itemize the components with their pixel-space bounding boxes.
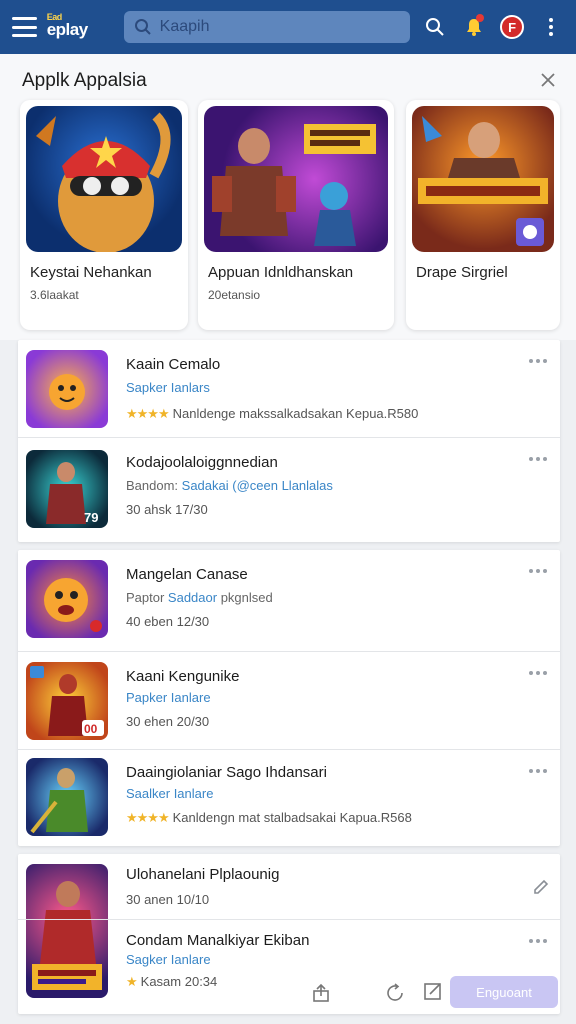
search-icon [425,18,444,36]
app-description-text: Kanldengn mat stalbadsakai Kapua.R568 [172,810,412,825]
app-publisher[interactable]: Sapker Ianlars [126,380,210,395]
more-horizontal-icon[interactable] [528,356,548,366]
app-description: ★★★★ Kanldengn mat stalbadsakai Kapua.R56… [126,810,412,826]
thumbnail-badge: 00 [84,722,98,736]
list-item[interactable]: Mangelan Canase Paptor Saddaor pkgnlsed … [18,550,560,652]
more-horizontal-icon[interactable] [528,566,548,576]
app-thumbnail [26,758,108,836]
refresh-icon [387,983,403,1001]
export-icon [424,983,441,1000]
rating-stars: ★ [126,974,138,989]
list-item[interactable]: 00 Kaani Kengunike Papker Ianlare 30 ehe… [18,652,560,750]
share-icon [313,983,329,1002]
edit-icon[interactable] [532,878,550,896]
app-thumbnail: 00 [26,662,108,740]
search-input[interactable] [159,18,400,36]
app-description-text: Kasam 20:34 [140,974,218,989]
app-list-group: Kaain Cemalo Sapker Ianlars ★★★★ Nanldeng… [18,340,560,542]
primary-action-label: Enguoant [476,984,532,1000]
featured-card-meta: 3.6laakat [30,288,79,302]
app-description: 30 ahsk 17/30 [126,502,208,517]
app-title: Kaani Kengunike [126,668,240,685]
overflow-menu-button[interactable] [537,13,564,41]
featured-title: Applk Appalsia [22,70,147,91]
featured-card-title: Appuan Idnldhanskan [208,264,354,281]
app-title: Condam Manalkiyar Ekiban [126,932,310,949]
menu-icon[interactable] [12,17,37,37]
app-description: ★ Kasam 20:34 [126,974,217,990]
more-horizontal-icon[interactable] [528,936,548,946]
app-title: Kodajoolaloiggnnedian [126,454,278,471]
search-button[interactable] [422,13,449,41]
profile-button[interactable]: F [499,13,526,41]
featured-card-meta: 20etansio [208,288,261,302]
notifications-button[interactable] [460,13,487,41]
svg-text:79: 79 [84,510,98,525]
app-title: Mangelan Canase [126,566,248,583]
featured-card[interactable]: Drape Sirgriel [406,100,560,330]
featured-card-image [26,106,182,252]
app-subtitle: Saalker Ianlare [126,786,213,801]
featured-card-image [412,106,554,252]
app-title: Kaain Cemalo [126,356,221,373]
app-thumbnail [26,560,108,638]
app-description: 30 anen 10/10 [126,892,210,907]
list-item[interactable]: Ulohanelani Plplaounig 30 anen 10/10 [18,854,560,920]
export-button[interactable] [420,978,446,1004]
app-publisher[interactable]: Sadakai (@ceen Llanlalas [182,478,333,493]
logo-main-text: eplay [46,20,88,39]
featured-card-title: Drape Sirgriel [416,264,508,281]
more-horizontal-icon[interactable] [528,454,548,464]
featured-section: Applk Appalsia Keystai Nehankan 3.6laaka… [0,54,576,340]
featured-card[interactable]: Keystai Nehankan 3.6laakat [20,100,188,330]
bottom-action-bar: Enguoant [290,970,576,1016]
app-list-group: Mangelan Canase Paptor Saddaor pkgnlsed … [18,550,560,846]
app-subtitle: Bandom: Sadakai (@ceen Llanlalas [126,478,333,493]
app-description: 30 ehen 20/30 [126,714,210,729]
more-horizontal-icon[interactable] [528,766,548,776]
app-subtitle-prefix: Bandom: [126,478,182,493]
app-description-text: Nanldenge makssalkadsakan Kepua.R580 [172,406,419,421]
app-thumbnail [26,350,108,428]
rating-stars: ★★★★ [126,406,170,421]
close-icon[interactable] [540,72,556,88]
app-subtitle: Papker Ianlare [126,690,211,705]
app-description: 40 eben 12/30 [126,614,210,629]
avatar-icon: F [500,15,525,39]
refresh-button[interactable] [382,980,408,1006]
notification-dot [475,14,484,22]
app-publisher[interactable]: Saalker Ianlare [126,786,213,801]
featured-card[interactable]: Appuan Idnldhanskan 20etansio [198,100,394,330]
featured-card-image [204,106,388,252]
app-publisher[interactable]: Saddaor [168,590,221,605]
app-publisher[interactable]: Sagker Ianlare [126,952,211,967]
app-publisher[interactable]: Papker Ianlare [126,690,211,705]
search-box[interactable] [123,11,410,43]
app-thumbnail: 79 [26,450,108,528]
app-subtitle: Sagker Ianlare [126,952,211,967]
top-app-bar: Ead eplay F [0,0,576,54]
list-item[interactable]: Kaain Cemalo Sapker Ianlars ★★★★ Nanldeng… [18,340,560,438]
app-logo[interactable]: Ead eplay [47,13,104,41]
app-subtitle-prefix: Paptor [126,590,168,605]
primary-action-button[interactable]: Enguoant [450,976,558,1008]
app-subtitle: Sapker Ianlars [126,380,210,395]
search-icon [134,19,151,35]
rating-stars: ★★★★ [126,810,170,825]
list-item[interactable]: 79 Kodajoolaloiggnnedian Bandom: Sadakai… [18,438,560,542]
app-subtitle: Paptor Saddaor pkgnlsed [126,590,273,605]
app-description: ★★★★ Nanldenge makssalkadsakan Kepua.R580 [126,406,418,422]
app-subtitle-suffix: pkgnlsed [220,590,273,605]
more-horizontal-icon[interactable] [528,668,548,678]
list-item[interactable]: Daaingiolaniar Sago Ihdansari Saalker Ia… [18,750,560,846]
app-title: Daaingiolaniar Sago Ihdansari [126,764,327,781]
share-button[interactable] [308,980,334,1006]
app-title: Ulohanelani Plplaounig [126,866,280,883]
featured-card-title: Keystai Nehankan [30,264,152,281]
more-vertical-icon [548,18,553,36]
